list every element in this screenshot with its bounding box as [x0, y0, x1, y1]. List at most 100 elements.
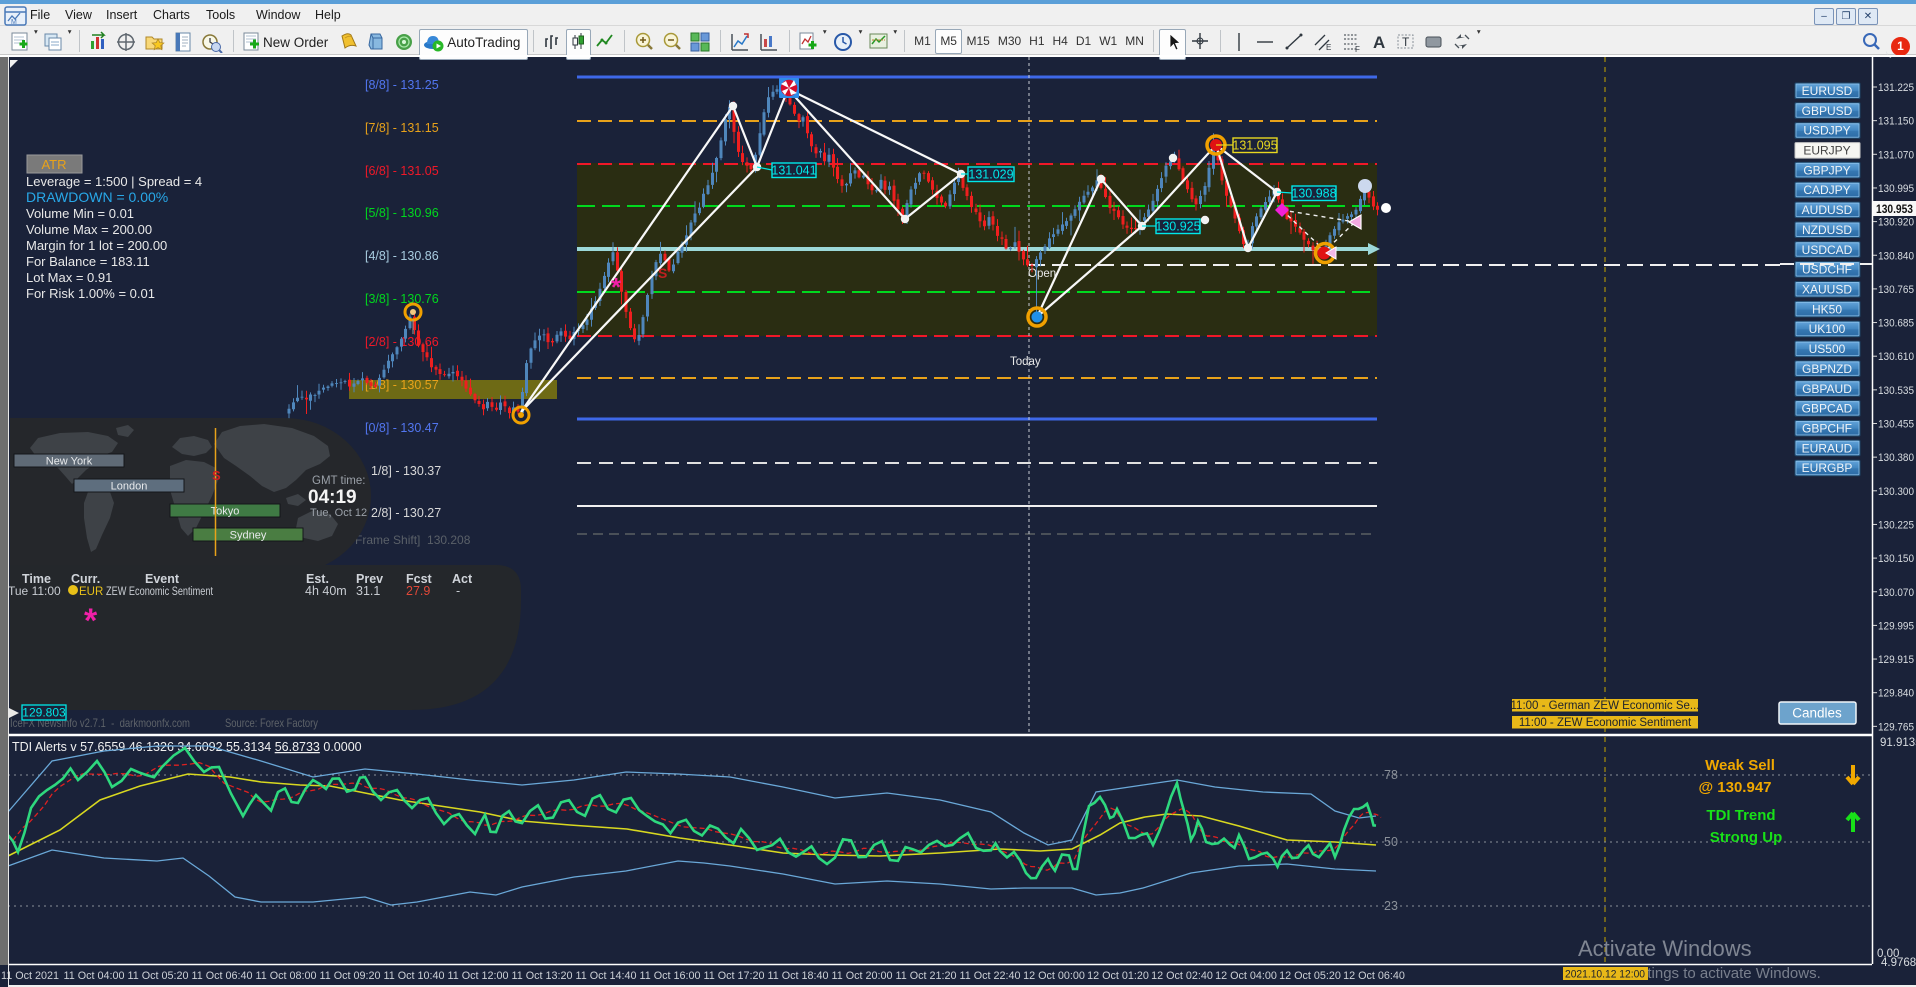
svg-text:M: M — [11, 19, 17, 26]
svg-text:12 Oct 02:40: 12 Oct 02:40 — [1151, 970, 1213, 982]
svg-text:F: F — [1355, 45, 1360, 53]
svg-text:GBPCAD: GBPCAD — [1802, 402, 1853, 416]
svg-text:UK100: UK100 — [1809, 322, 1846, 336]
svg-text:11 Oct 04:00: 11 Oct 04:00 — [63, 970, 124, 982]
svg-text:129.915: 129.915 — [1878, 654, 1914, 666]
svg-text:11:00 - German ZEW Economic Se: 11:00 - German ZEW Economic Se... — [1511, 700, 1700, 712]
svg-text:[7/8] - 131.15: [7/8] - 131.15 — [365, 121, 439, 135]
svg-text:130.925: 130.925 — [1155, 220, 1200, 234]
svg-text:Volume Min = 0.01: Volume Min = 0.01 — [26, 206, 134, 221]
svg-text:131.070: 131.070 — [1878, 149, 1914, 161]
svg-text:Tue 11:00: Tue 11:00 — [8, 584, 61, 598]
svg-text:130.953: 130.953 — [1876, 204, 1913, 216]
svg-text:GMT time:: GMT time: — [312, 475, 365, 487]
svg-text:For Risk 1.00% = 0.01: For Risk 1.00% = 0.01 — [26, 286, 155, 301]
svg-text:129.803: 129.803 — [22, 706, 66, 720]
svg-text:d Frame Shift] 130.208: d Frame Shift] 130.208 — [345, 533, 471, 547]
svg-text:04:19: 04:19 — [308, 487, 357, 508]
svg-text:130.455: 130.455 — [1878, 419, 1914, 431]
svg-text:USDJPY: USDJPY — [1803, 124, 1850, 138]
svg-text:EUR: EUR — [79, 586, 103, 598]
svg-text:New York: New York — [46, 456, 93, 468]
svg-text:A: A — [1373, 33, 1385, 52]
svg-text:4.9768: 4.9768 — [1881, 957, 1916, 969]
svg-text:NZDUSD: NZDUSD — [1802, 223, 1852, 237]
svg-text:EURUSD: EURUSD — [1802, 84, 1853, 98]
svg-text:130.920: 130.920 — [1878, 217, 1914, 229]
svg-text:Tue, Oct 12: Tue, Oct 12 — [310, 507, 367, 519]
svg-text:23: 23 — [1384, 899, 1398, 913]
svg-text:130.535: 130.535 — [1878, 385, 1914, 397]
svg-text:129.840: 129.840 — [1878, 688, 1914, 700]
svg-text:12 Oct 05:20: 12 Oct 05:20 — [1279, 970, 1341, 982]
svg-text:EURGBP: EURGBP — [1802, 461, 1853, 475]
svg-text:EURJPY: EURJPY — [1803, 144, 1850, 158]
svg-text:GBPNZD: GBPNZD — [1802, 362, 1852, 376]
svg-text:11 Oct 14:40: 11 Oct 14:40 — [575, 970, 636, 982]
svg-text:11 Oct 10:40: 11 Oct 10:40 — [383, 970, 444, 982]
svg-text:S: S — [658, 265, 667, 281]
svg-text:2021.10.12 12:00: 2021.10.12 12:00 — [1565, 969, 1645, 981]
svg-text:[0/8] - 130.47: [0/8] - 130.47 — [365, 421, 439, 435]
svg-text:11 Oct 06:40: 11 Oct 06:40 — [191, 970, 252, 982]
svg-text:12 Oct 00:00: 12 Oct 00:00 — [1023, 970, 1085, 982]
svg-text:GBPJPY: GBPJPY — [1803, 163, 1850, 177]
svg-text:130.070: 130.070 — [1878, 587, 1914, 599]
svg-text:Candles: Candles — [1792, 706, 1842, 721]
svg-text:131.095: 131.095 — [1232, 139, 1277, 153]
svg-text:2/8] - 130.27: 2/8] - 130.27 — [371, 506, 441, 520]
svg-text:US500: US500 — [1809, 342, 1846, 356]
svg-text:129.995: 129.995 — [1878, 620, 1914, 632]
svg-text:130.988: 130.988 — [1291, 187, 1336, 201]
svg-text:130.380: 130.380 — [1878, 452, 1914, 464]
svg-text:*: * — [84, 602, 98, 640]
svg-text:For Balance = 183.11: For Balance = 183.11 — [26, 254, 150, 269]
svg-text:London: London — [111, 481, 148, 493]
svg-text:11 Oct 22:40: 11 Oct 22:40 — [959, 970, 1020, 982]
svg-text:ATR: ATR — [41, 157, 66, 172]
svg-text:Weak Sell: Weak Sell — [1705, 757, 1775, 774]
svg-text:AUDUSD: AUDUSD — [1802, 203, 1853, 217]
svg-text:12 Oct 06:40: 12 Oct 06:40 — [1343, 970, 1405, 982]
svg-text:130.300: 130.300 — [1878, 486, 1914, 498]
svg-text:11 Oct 18:40: 11 Oct 18:40 — [767, 970, 828, 982]
svg-text:Activate Windows: Activate Windows — [1578, 936, 1752, 961]
svg-text:Leverage = 1:500 | Spread = 4: Leverage = 1:500 | Spread = 4 — [26, 174, 202, 189]
svg-text:12 Oct 01:20: 12 Oct 01:20 — [1087, 970, 1149, 982]
svg-text:GBPUSD: GBPUSD — [1802, 104, 1853, 118]
svg-text:EURAUD: EURAUD — [1802, 441, 1853, 455]
svg-text:11 Oct 2021: 11 Oct 2021 — [1, 970, 59, 982]
svg-text:11 Oct 17:20: 11 Oct 17:20 — [703, 970, 764, 982]
svg-text:11 Oct 13:20: 11 Oct 13:20 — [511, 970, 572, 982]
svg-text:78: 78 — [1384, 768, 1398, 782]
svg-text:Curr.: Curr. — [71, 572, 100, 586]
svg-text:GBPAUD: GBPAUD — [1802, 382, 1852, 396]
svg-text:11 Oct 09:20: 11 Oct 09:20 — [319, 970, 380, 982]
svg-text:S: S — [212, 468, 221, 483]
svg-text:27.9: 27.9 — [406, 584, 430, 598]
svg-text:HK50: HK50 — [1812, 302, 1842, 316]
svg-text:129.765: 129.765 — [1878, 721, 1914, 733]
svg-text:130.685: 130.685 — [1878, 318, 1914, 330]
svg-text:Strong Up: Strong Up — [1710, 829, 1783, 846]
svg-text:130.150: 130.150 — [1878, 553, 1914, 565]
svg-text:T: T — [1402, 35, 1410, 49]
svg-text:CADJPY: CADJPY — [1803, 183, 1850, 197]
svg-text:130.225: 130.225 — [1878, 519, 1914, 531]
svg-text:130.765: 130.765 — [1878, 284, 1914, 296]
svg-text:[6/8] - 131.05: [6/8] - 131.05 — [365, 164, 439, 178]
svg-text:131.225: 131.225 — [1878, 82, 1914, 94]
svg-text:11 Oct 16:00: 11 Oct 16:00 — [639, 970, 700, 982]
svg-text:[8/8] - 131.25: [8/8] - 131.25 — [365, 78, 439, 92]
svg-text:12 Oct 04:00: 12 Oct 04:00 — [1215, 970, 1277, 982]
svg-text:Volume Max = 200.00: Volume Max = 200.00 — [26, 222, 152, 237]
svg-text:11 Oct 21:20: 11 Oct 21:20 — [895, 970, 956, 982]
svg-text:11:00 - ZEW Economic Sentiment: 11:00 - ZEW Economic Sentiment — [1519, 717, 1692, 729]
svg-text:USDCAD: USDCAD — [1802, 243, 1853, 257]
svg-text:11 Oct 12:00: 11 Oct 12:00 — [447, 970, 508, 982]
svg-text:Lot Max = 0.91: Lot Max = 0.91 — [26, 270, 112, 285]
svg-text:11 Oct 05:20: 11 Oct 05:20 — [127, 970, 188, 982]
svg-text:Sydney: Sydney — [230, 530, 267, 542]
svg-text:11 Oct 08:00: 11 Oct 08:00 — [255, 970, 316, 982]
svg-text:1/8] - 130.37: 1/8] - 130.37 — [371, 464, 441, 478]
